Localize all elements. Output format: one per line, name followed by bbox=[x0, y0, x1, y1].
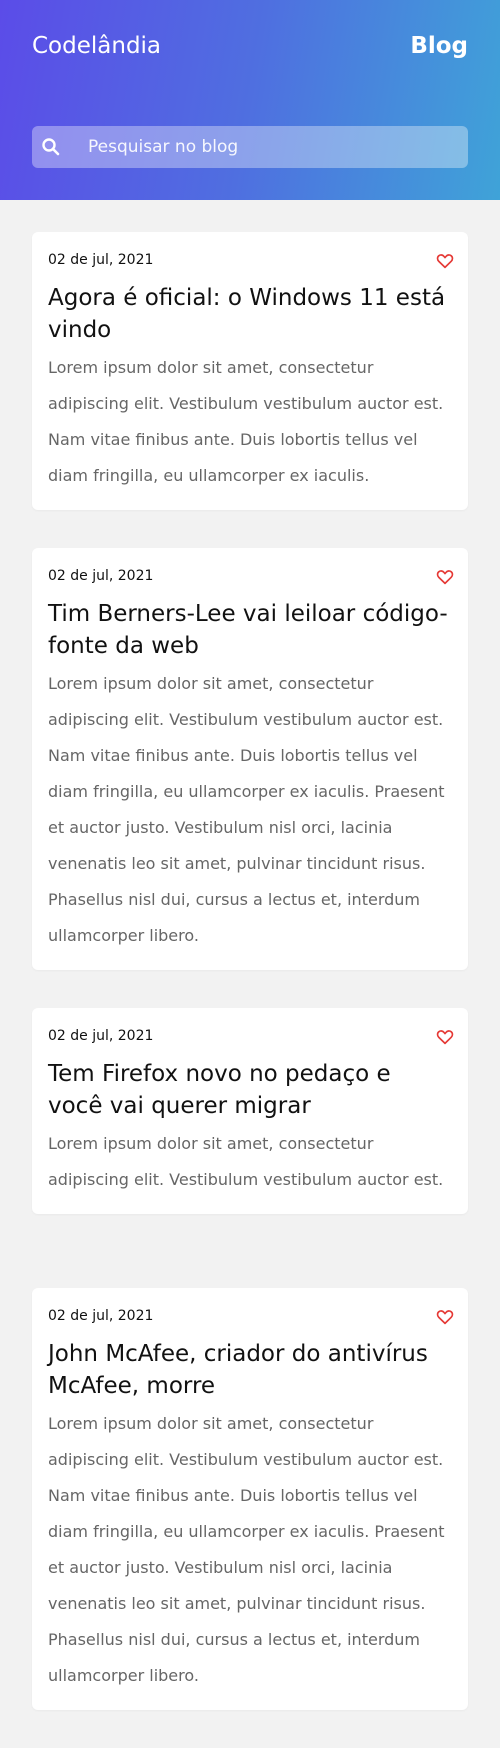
post-card[interactable]: 02 de jul, 2021 John McAfee, criador do … bbox=[32, 1288, 468, 1710]
brand-logo[interactable]: Codelândia bbox=[32, 33, 161, 59]
post-excerpt: Lorem ipsum dolor sit amet, consectetur … bbox=[48, 674, 445, 945]
post-card[interactable]: 02 de jul, 2021 Agora é oficial: o Windo… bbox=[32, 232, 468, 510]
post-title[interactable]: Agora é oficial: o Windows 11 está vindo bbox=[48, 282, 452, 346]
post-date: 02 de jul, 2021 bbox=[48, 252, 154, 268]
post-title[interactable]: John McAfee, criador do antivírus McAfee… bbox=[48, 1338, 452, 1402]
post-date: 02 de jul, 2021 bbox=[48, 568, 154, 584]
site-header: Codelândia Blog bbox=[0, 0, 500, 200]
post-date: 02 de jul, 2021 bbox=[48, 1308, 154, 1324]
search-bar bbox=[32, 126, 468, 168]
search-icon[interactable] bbox=[41, 137, 61, 157]
post-card[interactable]: 02 de jul, 2021 Tim Berners-Lee vai leil… bbox=[32, 548, 468, 970]
heart-icon[interactable] bbox=[436, 1308, 454, 1326]
post-excerpt: Lorem ipsum dolor sit amet, consectetur … bbox=[48, 1134, 444, 1189]
nav-link-blog[interactable]: Blog bbox=[410, 33, 468, 59]
heart-icon[interactable] bbox=[436, 252, 454, 270]
post-title[interactable]: Tim Berners-Lee vai leiloar código-fonte… bbox=[48, 598, 452, 662]
search-input[interactable] bbox=[88, 126, 458, 168]
heart-icon[interactable] bbox=[436, 1028, 454, 1046]
post-excerpt: Lorem ipsum dolor sit amet, consectetur … bbox=[48, 1414, 445, 1685]
post-excerpt: Lorem ipsum dolor sit amet, consectetur … bbox=[48, 358, 444, 485]
post-card[interactable]: 02 de jul, 2021 Tem Firefox novo no peda… bbox=[32, 1008, 468, 1214]
post-date: 02 de jul, 2021 bbox=[48, 1028, 154, 1044]
heart-icon[interactable] bbox=[436, 568, 454, 586]
post-title[interactable]: Tem Firefox novo no pedaço e você vai qu… bbox=[48, 1058, 452, 1122]
